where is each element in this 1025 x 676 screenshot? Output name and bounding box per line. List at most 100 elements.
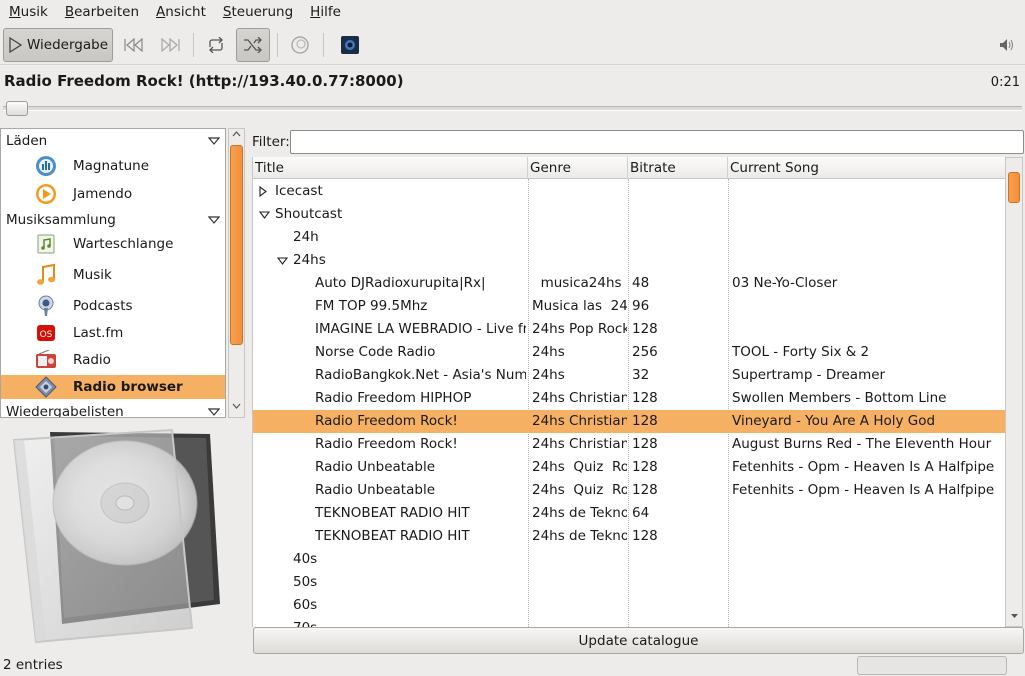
chevron-down-icon[interactable] — [208, 408, 220, 416]
shuffle-button[interactable] — [236, 28, 270, 62]
seek-handle[interactable] — [6, 101, 28, 116]
expander-expanded-icon[interactable] — [277, 249, 289, 272]
sidebar-item-musik[interactable]: Musik — [1, 263, 225, 287]
cell-title: 40s — [293, 551, 318, 567]
table-scrollbar[interactable] — [1005, 157, 1023, 627]
sidebar-group-musiksammlung[interactable]: Musiksammlung — [6, 212, 116, 228]
expander-expanded-icon[interactable] — [259, 203, 271, 226]
visualization-button[interactable] — [284, 28, 316, 62]
status-text: 2 entries — [3, 657, 63, 673]
table-scroll-thumb[interactable] — [1008, 172, 1020, 203]
jamendo-icon — [34, 182, 58, 206]
visualization-icon — [291, 36, 309, 54]
menu-bearbeiten[interactable]: Bearbeiten — [56, 0, 147, 25]
column-header-title[interactable]: Title — [253, 157, 528, 179]
cell-genre — [532, 203, 627, 226]
sidebar-item-jamendo[interactable]: Jamendo — [1, 182, 225, 206]
table-row[interactable]: 60s — [253, 594, 1005, 617]
menu-hilfe[interactable]: Hilfe — [301, 0, 349, 25]
volume-button[interactable] — [993, 28, 1021, 62]
cell-bitrate: 96 — [632, 298, 650, 314]
cell-title: RadioBangkok.Net - Asia's Numb — [315, 367, 526, 383]
table-row[interactable]: FM TOP 99.5Mhz Musica las 24 96 — [253, 295, 1005, 318]
scroll-up-icon[interactable] — [232, 131, 241, 137]
chevron-down-icon[interactable] — [208, 216, 220, 224]
cell-genre: musica24hs — [532, 275, 622, 291]
status-progress-bar — [857, 656, 1007, 675]
menu-ansicht[interactable]: Ansicht — [147, 0, 214, 25]
sidebar-item-warteschlange[interactable]: Warteschlange — [1, 232, 225, 256]
sidebar-scrollbar[interactable] — [228, 128, 245, 418]
table-row[interactable]: 50s — [253, 571, 1005, 594]
sidebar-group-laden[interactable]: Läden — [6, 133, 47, 149]
repeat-button[interactable] — [200, 28, 232, 62]
previous-button[interactable] — [118, 28, 150, 62]
cell-song: Vineyard - You Are A Holy God — [732, 413, 936, 429]
play-button[interactable]: Wiedergabe — [3, 28, 113, 62]
table-row[interactable]: 24h — [253, 226, 1005, 249]
next-button[interactable] — [154, 28, 186, 62]
play-icon — [9, 37, 22, 53]
previous-icon — [124, 38, 143, 52]
scroll-down-icon[interactable] — [232, 403, 241, 409]
magnatune-icon — [34, 154, 58, 178]
table-row[interactable]: 70s — [253, 617, 1005, 627]
cell-title: TEKNOBEAT RADIO HIT — [315, 528, 470, 544]
menu-musik[interactable]: Musik — [0, 0, 56, 25]
table-row[interactable]: Radio Freedom Rock! 24hs Christian 128 Vine… — [253, 410, 1005, 433]
table-row[interactable]: RadioBangkok.Net - Asia's Numb 24hs 32 Supe… — [253, 364, 1005, 387]
table-row[interactable]: 24hs — [253, 249, 1005, 272]
sidebar-group-wiedergabelisten[interactable]: Wiedergabelisten — [6, 404, 124, 417]
cell-bitrate — [632, 180, 727, 203]
cell-title: Radio Freedom Rock! — [315, 436, 458, 452]
now-playing-title: Radio Freedom Rock! (http://193.40.0.77:… — [4, 72, 404, 90]
column-header-current-song[interactable]: Current Song — [728, 157, 1005, 179]
scroll-down-icon[interactable] — [1010, 613, 1019, 619]
table-row[interactable]: Icecast — [253, 180, 1005, 203]
sidebar-scroll-thumb[interactable] — [230, 145, 243, 345]
sidebar-item-radio[interactable]: Radio — [1, 348, 225, 372]
cell-bitrate — [632, 571, 727, 594]
table-row[interactable]: TEKNOBEAT RADIO HIT 24hs de Teknol 128 — [253, 525, 1005, 548]
cell-genre — [532, 249, 627, 272]
album-cover-placeholder — [12, 428, 220, 644]
cell-title: Radio Freedom Rock! — [315, 413, 458, 429]
table-row[interactable]: Norse Code Radio 24hs 256 TOOL - Forty Six … — [253, 341, 1005, 364]
table-row[interactable]: Radio Freedom HIPHOP 24hs Christian 128 Swo… — [253, 387, 1005, 410]
table-row[interactable]: 40s — [253, 548, 1005, 571]
sidebar: Läden Magnatune Jamendo Musiksammlung Wa… — [0, 128, 226, 418]
sidebar-item-radio-browser[interactable]: Radio browser — [1, 375, 225, 399]
cell-bitrate — [632, 249, 727, 272]
toolbar-separator — [323, 33, 324, 57]
table-row[interactable]: Shoutcast — [253, 203, 1005, 226]
cell-title: FM TOP 99.5Mhz — [315, 298, 428, 314]
seek-bar[interactable] — [3, 106, 1022, 111]
column-header-bitrate[interactable]: Bitrate — [628, 157, 728, 179]
table-row[interactable]: Radio Freedom Rock! 24hs Christian 128 Augu… — [253, 433, 1005, 456]
sidebar-item-lastfm[interactable]: OS Last.fm — [1, 321, 225, 345]
table-row[interactable]: Radio Unbeatable 24hs Quiz Roc 128 Fetenhit… — [253, 456, 1005, 479]
menubar: Musik Bearbeiten Ansicht Steuerung Hilfe — [0, 0, 1025, 25]
cell-title: Icecast — [275, 183, 323, 199]
music-note-icon — [34, 263, 58, 287]
table-row[interactable]: TEKNOBEAT RADIO HIT 24hs de Teknol 64 — [253, 502, 1005, 525]
chevron-down-icon[interactable] — [208, 137, 220, 145]
cell-song — [732, 548, 1004, 571]
update-catalogue-button[interactable]: Update catalogue — [253, 627, 1024, 654]
cell-title: Shoutcast — [275, 206, 343, 222]
expander-collapsed-icon[interactable] — [259, 180, 271, 203]
table-row[interactable]: Auto DJRadioxurupita|Rx| musica24hs 48 03 … — [253, 272, 1005, 295]
filter-input[interactable] — [290, 130, 1024, 154]
sidebar-item-magnatune[interactable]: Magnatune — [1, 154, 225, 178]
cell-bitrate: 128 — [632, 482, 658, 498]
column-header-genre[interactable]: Genre — [528, 157, 628, 179]
cell-bitrate: 128 — [632, 436, 658, 452]
table-row[interactable]: Radio Unbeatable 24hs Quiz Roc 128 Fetenhit… — [253, 479, 1005, 502]
cell-title: 60s — [293, 597, 318, 613]
cell-song — [732, 617, 1004, 627]
menu-steuerung[interactable]: Steuerung — [214, 0, 301, 25]
jamendo-button[interactable] — [334, 28, 366, 62]
cell-bitrate: 128 — [632, 390, 658, 406]
table-row[interactable]: IMAGINE LA WEBRADIO - Live fror 24hs Pop … — [253, 318, 1005, 341]
sidebar-item-podcasts[interactable]: Podcasts — [1, 294, 225, 318]
